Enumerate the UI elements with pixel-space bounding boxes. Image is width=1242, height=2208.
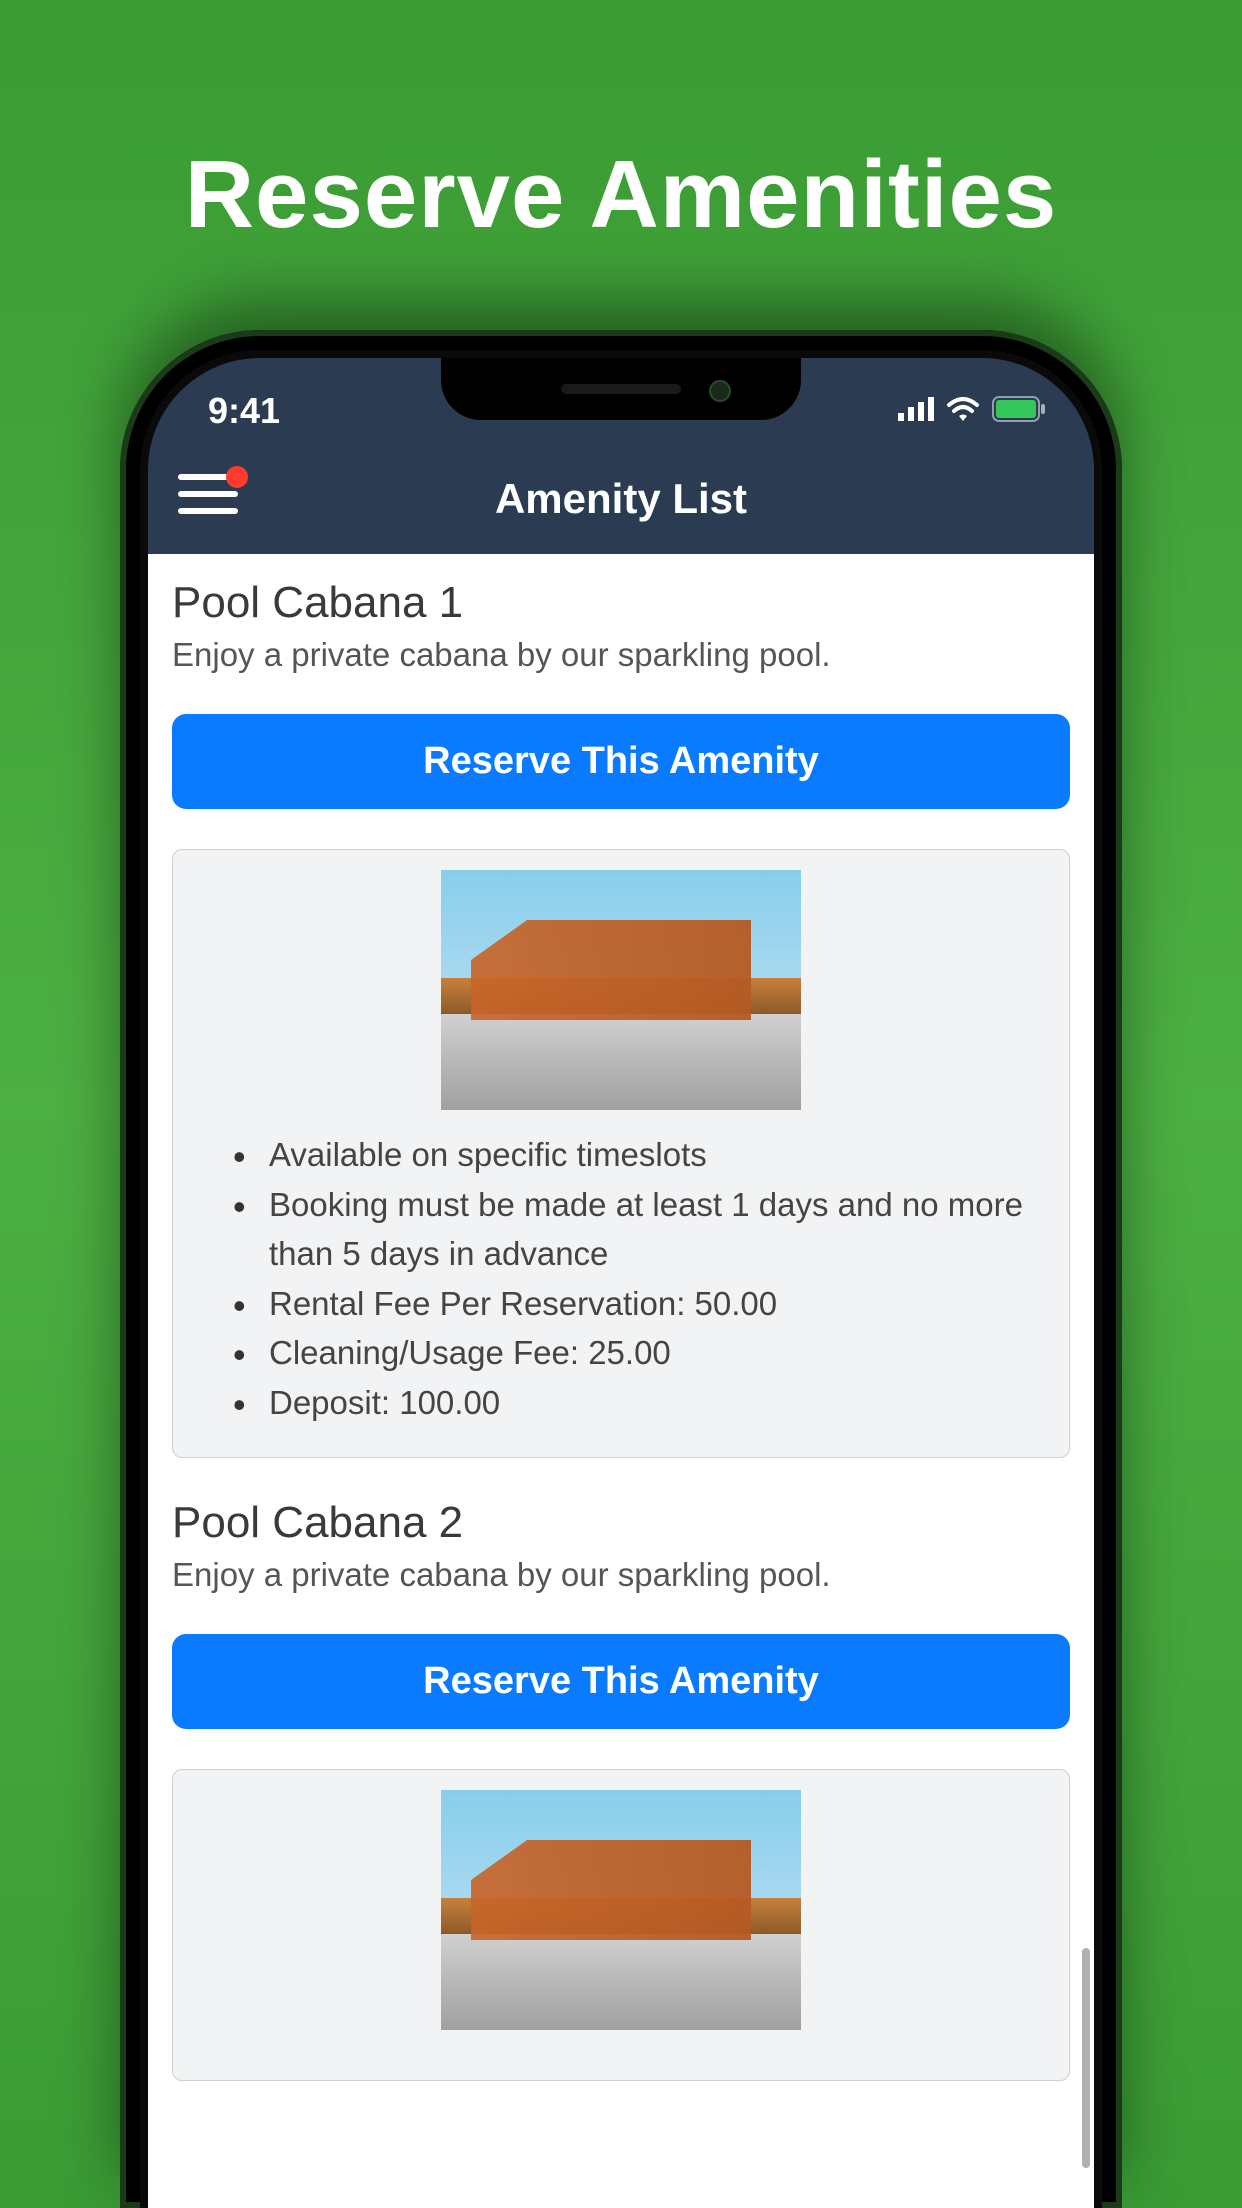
notification-dot-icon: [226, 466, 248, 488]
reserve-button[interactable]: Reserve This Amenity: [172, 714, 1070, 809]
phone-screen: 9:41 Amenity List Pool: [140, 350, 1102, 2208]
menu-button[interactable]: [178, 474, 248, 524]
phone-notch: [441, 358, 801, 420]
status-icons: [898, 396, 1046, 427]
amenity-title: Pool Cabana 2: [172, 1498, 1070, 1548]
amenity-detail-list: Available on specific timeslots Booking …: [203, 1130, 1039, 1427]
amenity-description: Enjoy a private cabana by our sparkling …: [172, 1556, 1070, 1594]
amenity-list-content[interactable]: Pool Cabana 1 Enjoy a private cabana by …: [148, 554, 1094, 2208]
detail-item: Deposit: 100.00: [233, 1378, 1039, 1428]
amenity-item: Pool Cabana 1 Enjoy a private cabana by …: [172, 578, 1070, 1458]
app-header: Amenity List: [148, 444, 1094, 554]
wifi-icon: [946, 397, 980, 426]
amenity-description: Enjoy a private cabana by our sparkling …: [172, 636, 1070, 674]
status-time: 9:41: [208, 390, 280, 432]
amenity-image: [441, 870, 801, 1110]
detail-item: Rental Fee Per Reservation: 50.00: [233, 1279, 1039, 1329]
phone-frame: 9:41 Amenity List Pool: [120, 330, 1122, 2208]
scroll-indicator[interactable]: [1082, 1948, 1090, 2168]
page-title: Reserve Amenities: [0, 0, 1242, 250]
battery-icon: [992, 396, 1046, 427]
detail-item: Available on specific timeslots: [233, 1130, 1039, 1180]
detail-item: Cleaning/Usage Fee: 25.00: [233, 1328, 1039, 1378]
amenity-title: Pool Cabana 1: [172, 578, 1070, 628]
amenity-item: Pool Cabana 2 Enjoy a private cabana by …: [172, 1498, 1070, 2081]
header-title: Amenity List: [495, 475, 747, 523]
amenity-image: [441, 1790, 801, 2030]
reserve-button[interactable]: Reserve This Amenity: [172, 1634, 1070, 1729]
detail-item: Booking must be made at least 1 days and…: [233, 1180, 1039, 1279]
cellular-signal-icon: [898, 397, 934, 426]
amenity-detail-card: Available on specific timeslots Booking …: [172, 849, 1070, 1458]
amenity-detail-card: [172, 1769, 1070, 2081]
